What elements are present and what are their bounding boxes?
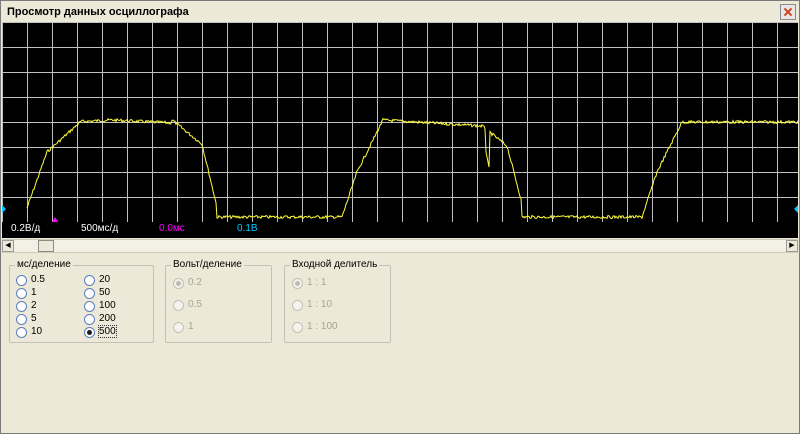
scroll-right-button[interactable]: ▶: [786, 240, 798, 252]
ms-per-div-group: мс/деление 0.5 1 2 5 10 20 50 100 200 50…: [9, 259, 154, 343]
volt-per-div-group: Вольт/деление 0.2 0.5 1: [165, 259, 272, 343]
close-button[interactable]: [780, 4, 796, 20]
volts-per-div-readout: 0.2В/д: [11, 223, 41, 234]
scroll-left-button[interactable]: ◀: [2, 240, 14, 252]
scroll-thumb[interactable]: [38, 240, 54, 252]
volt-per-div-label: Вольт/деление: [171, 259, 244, 270]
time-per-div-readout: 500мс/д: [81, 223, 119, 234]
time-scrollbar[interactable]: ◀ ▶: [2, 239, 798, 253]
trigger-level-readout: 0.1В: [237, 223, 258, 234]
input-divider-label: Входной делитель: [290, 259, 380, 270]
oscilloscope-screen[interactable]: [2, 22, 798, 222]
input-divider-group: Входной делитель 1 : 1 1 : 10 1 : 100: [284, 259, 391, 343]
title-bar: Просмотр данных осциллографа: [1, 1, 799, 23]
time-offset-readout: 0.0мс: [159, 223, 185, 234]
signal-trace: [26, 117, 798, 220]
ms-per-div-label: мс/деление: [15, 259, 73, 270]
left-marker-icon: [2, 205, 6, 213]
scope-grid: [2, 22, 798, 222]
scope-status-bar: 0.2В/д 500мс/д 0.0мс 0.1В: [2, 222, 798, 238]
right-marker-icon: [794, 205, 798, 213]
window-title: Просмотр данных осциллографа: [7, 6, 189, 18]
